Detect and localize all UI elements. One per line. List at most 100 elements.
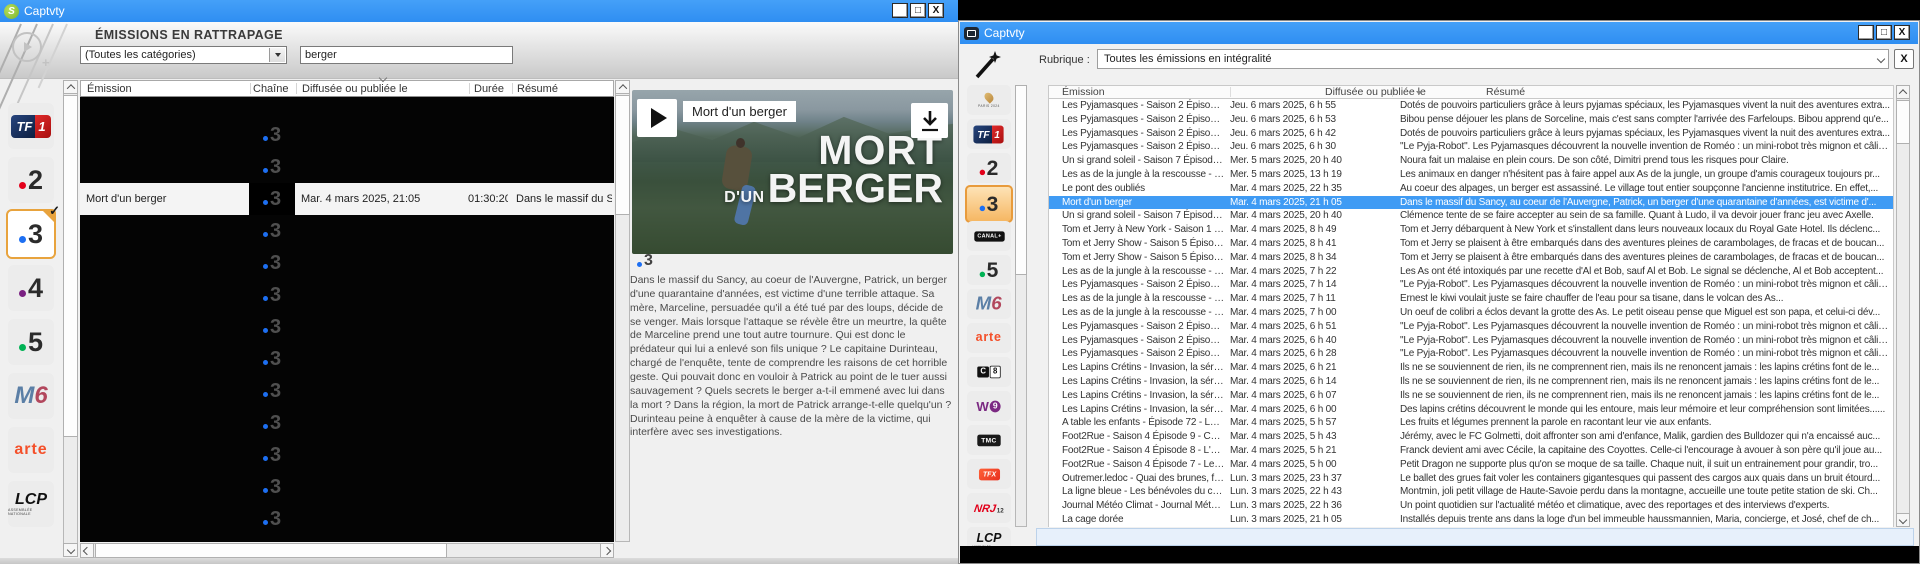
right-table-row[interactable]: Les Pyjamasques - Saison 2 Épisode 29 - … (1049, 140, 1894, 154)
right-table-row[interactable]: La cage doréeLun. 3 mars 2025, 21 h 05In… (1049, 513, 1894, 527)
right-window-titlebar[interactable]: Captvty _ □ X (960, 22, 1918, 44)
minimize-button[interactable]: _ (1858, 25, 1874, 40)
right-table-row[interactable]: Foot2Rue - Saison 4 Épisode 9 - Chantage… (1049, 430, 1894, 444)
right-table-row[interactable]: Le pont des oubliésMar. 4 mars 2025, 22 … (1049, 182, 1894, 196)
channel-f2[interactable]: 2 (8, 157, 54, 203)
right-table-row[interactable]: Les as de la jungle à la rescousse - Sai… (1049, 168, 1894, 182)
left-table-row[interactable]: 3 (80, 151, 614, 183)
right-table-row[interactable]: Les Pyjamasques - Saison 2 Épisode 20 - … (1049, 334, 1894, 348)
close-button[interactable]: X (928, 3, 944, 18)
hscroll-left-icon[interactable] (80, 543, 94, 558)
left-table-row[interactable]: 3 (80, 503, 614, 535)
right-table-row[interactable]: Tom et Jerry Show - Saison 5 Épisode 3 -… (1049, 237, 1894, 251)
left-table-row[interactable]: 3 (80, 215, 614, 247)
right-table-row[interactable]: A table les enfants - Épisode 72 - La ja… (1049, 416, 1894, 430)
channel-f2[interactable]: 2 (967, 153, 1011, 183)
hscroll-right-icon[interactable] (600, 543, 614, 558)
right-table-row[interactable]: Outremer.ledoc - Quai des brunes, femm..… (1049, 472, 1894, 486)
channel-scroll-down-icon[interactable] (63, 543, 78, 557)
right-table-hscrollbar[interactable] (1036, 528, 1914, 546)
maximize-button[interactable]: □ (910, 3, 926, 18)
rubrique-dropdown[interactable]: Toutes les émissions en intégralité (1097, 49, 1889, 69)
col-emission[interactable]: Émission (1062, 86, 1105, 99)
right-table-row[interactable]: Mort d'un bergerMar. 4 mars 2025, 21 h 0… (1049, 196, 1894, 210)
col-chaine[interactable]: Chaîne (253, 83, 288, 95)
channel-tf1[interactable]: TF1 (8, 103, 54, 149)
channel-nrj12[interactable]: NRJ12 (967, 493, 1011, 523)
right-table-scrollbar[interactable] (1896, 85, 1910, 527)
channel-m6[interactable]: M6 (8, 373, 54, 419)
channel-canalplus[interactable]: CANAL+ (967, 221, 1011, 251)
right-table-row[interactable]: Les Pyjamasques - Saison 2 Épisode 1 - Y… (1049, 99, 1894, 113)
left-table-row[interactable]: 3 (80, 247, 614, 279)
channel-f3[interactable]: ✓3 (6, 209, 56, 259)
col-diffusee[interactable]: Diffusée ou publiée le (1325, 86, 1426, 99)
right-table-row[interactable]: Les Lapins Crétins - Invasion, la série … (1049, 403, 1894, 417)
right-table-row[interactable]: Les Pyjamasques - Saison 2 Épisode 19 - … (1049, 347, 1894, 361)
channel-tmc[interactable]: TMC (967, 425, 1011, 455)
left-table-scroll-up-icon[interactable] (615, 80, 630, 94)
right-table-row[interactable]: Foot2Rue - Saison 4 Épisode 7 - Le bon c… (1049, 458, 1894, 472)
right-channel-scrollbar-thumb[interactable] (1015, 85, 1027, 275)
right-table-row[interactable]: Les as de la jungle à la rescousse - Sai… (1049, 306, 1894, 320)
left-table-row[interactable]: 3 (80, 343, 614, 375)
category-dropdown[interactable]: (Toutes les catégories) (80, 46, 287, 64)
right-table-scrollbar-thumb[interactable] (1896, 100, 1910, 144)
channel-paris2024[interactable]: PARIS 2024 (967, 85, 1011, 115)
channel-f5[interactable]: 5 (967, 255, 1011, 285)
channel-tf1[interactable]: TF1 (967, 119, 1011, 149)
channel-w9[interactable]: W9 (967, 391, 1011, 421)
col-duree[interactable]: Durée (474, 83, 504, 95)
right-table-row[interactable]: Les as de la jungle à la rescousse - Sai… (1049, 265, 1894, 279)
right-table-row[interactable]: Tom et Jerry à New York - Saison 1 Épiso… (1049, 223, 1894, 237)
wand-tool-button[interactable] (969, 47, 1007, 83)
right-table-row[interactable]: Journal Météo Climat - Journal Météo cli… (1049, 499, 1894, 513)
col-resume[interactable]: Résumé (1486, 86, 1525, 99)
left-table-row[interactable]: 3 (80, 407, 614, 439)
channel-f5[interactable]: 5 (8, 319, 54, 365)
channel-f4[interactable]: 4 (8, 265, 54, 311)
left-table-row[interactable]: 3 (80, 471, 614, 503)
right-table-row[interactable]: Tom et Jerry Show - Saison 5 Épisode 3 -… (1049, 251, 1894, 265)
channel-tfx[interactable]: TFX (967, 459, 1011, 489)
play-button[interactable] (637, 99, 677, 137)
right-table-scroll-up-icon[interactable] (1896, 85, 1910, 99)
col-resume[interactable]: Résumé (517, 83, 558, 95)
right-table-row[interactable]: Un si grand soleil - Saison 7 Épisode 15… (1049, 154, 1894, 168)
rubrique-clear-button[interactable]: X (1894, 49, 1914, 69)
dropdown-arrow-icon[interactable] (269, 48, 285, 62)
right-table-row[interactable]: Foot2Rue - Saison 4 Épisode 8 - L'épreuv… (1049, 444, 1894, 458)
left-table-row[interactable]: 3 (80, 375, 614, 407)
channel-arte[interactable]: arte (8, 427, 54, 473)
channel-c8[interactable]: C8 (967, 357, 1011, 387)
right-table-row[interactable]: Les as de la jungle à la rescousse - Sai… (1049, 292, 1894, 306)
channel-lcp[interactable]: LCPASSEMBLÉE NATIONALE (8, 481, 54, 527)
channel-arte[interactable]: arte (967, 323, 1011, 353)
download-button[interactable] (911, 103, 948, 138)
channel-scroll-up-icon[interactable] (63, 80, 78, 94)
left-table-row[interactable]: 3 (80, 119, 614, 151)
right-table-row[interactable]: Les Lapins Crétins - Invasion, la série … (1049, 375, 1894, 389)
left-table-hscrollbar-thumb[interactable] (95, 543, 447, 558)
right-table-row[interactable]: La ligne bleue - Les bénévoles du chass.… (1049, 485, 1894, 499)
right-table-row[interactable]: Un si grand soleil - Saison 7 Épisode 15… (1049, 209, 1894, 223)
channel-m6[interactable]: M6 (967, 289, 1011, 319)
close-button[interactable]: X (1894, 25, 1910, 40)
left-window-titlebar[interactable]: S Captvty _ □ X (0, 0, 958, 22)
search-input[interactable] (300, 46, 513, 64)
channel-scrollbar-thumb[interactable] (63, 95, 78, 437)
left-table-row[interactable]: 3 (80, 535, 614, 542)
col-emission[interactable]: Émission (87, 83, 132, 95)
left-table-row[interactable]: 3 (80, 311, 614, 343)
right-table-row[interactable]: Les Lapins Crétins - Invasion, la série … (1049, 361, 1894, 375)
left-table-row[interactable]: 3 (80, 279, 614, 311)
left-table-row[interactable]: 3 (80, 439, 614, 471)
right-table-row[interactable]: Les Lapins Crétins - Invasion, la série … (1049, 389, 1894, 403)
maximize-button[interactable]: □ (1876, 25, 1892, 40)
right-table-scroll-down-icon[interactable] (1896, 513, 1910, 527)
channel-f3[interactable]: 3 (965, 185, 1013, 223)
right-table-row[interactable]: Les Pyjamasques - Saison 2 Épisode 31 - … (1049, 113, 1894, 127)
left-table-scrollbar-thumb[interactable] (615, 95, 630, 215)
right-table-row[interactable]: Les Pyjamasques - Saison 2 Épisode 30 - … (1049, 127, 1894, 141)
left-table-row[interactable]: Mort d'un bergerMar. 4 mars 2025, 21:050… (80, 183, 614, 215)
